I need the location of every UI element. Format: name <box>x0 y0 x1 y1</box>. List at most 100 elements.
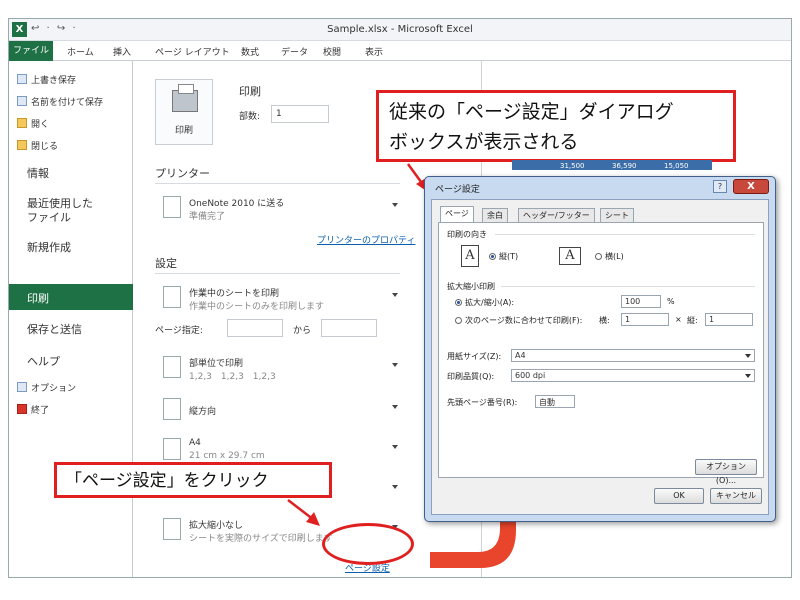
help-icon[interactable]: ? <box>713 180 727 193</box>
fit-width-input[interactable]: 1 <box>621 313 669 326</box>
copies-value: 1 <box>276 109 282 119</box>
nav-open-label: 開く <box>31 120 50 130</box>
scale-pct-unit: % <box>667 297 675 306</box>
nav-options-label: オプション <box>31 384 77 394</box>
collate-icon <box>163 356 181 378</box>
orientation-label: 縦方向 <box>189 407 217 417</box>
portrait-radio[interactable]: 縦(T) <box>489 251 518 262</box>
tab-page[interactable]: ページ <box>440 206 474 222</box>
paper-size-label: 用紙サイズ(Z): <box>447 352 502 361</box>
nav-print-label: 印刷 <box>27 292 49 305</box>
nav-print[interactable]: 印刷 <box>9 284 141 310</box>
first-page-input[interactable]: 自動 <box>535 395 575 408</box>
tab-sheet[interactable]: シート <box>600 208 634 222</box>
nav-save-as-label: 名前を付けて保存 <box>31 98 104 108</box>
print-quality-select[interactable]: 600 dpi <box>511 369 755 382</box>
chevron-down-icon <box>392 445 398 449</box>
paper-size-label: A4 <box>189 438 201 448</box>
divider <box>495 234 755 235</box>
nav-close-label: 閉じる <box>31 142 59 152</box>
divider <box>155 273 400 274</box>
tab-review[interactable]: 校閲 <box>323 45 341 58</box>
tab-header-footer[interactable]: ヘッダー/フッター <box>518 208 595 222</box>
nav-open[interactable]: 開く <box>17 117 49 130</box>
scale-pct-radio[interactable]: 拡大/縮小(A): <box>455 297 514 308</box>
paper-icon <box>163 438 181 460</box>
landscape-label: 横(L) <box>605 252 624 261</box>
nav-recent-line2: ファイル <box>27 211 71 224</box>
portrait-icon <box>163 398 181 420</box>
backstage-nav: 上書き保存 名前を付けて保存 開く 閉じる 情報 最近使用した ファイル 新規作成… <box>9 61 141 577</box>
portrait-label: 縦(T) <box>499 252 519 261</box>
save-as-icon <box>17 96 27 106</box>
dialog-body: ページ 余白 ヘッダー/フッター シート 印刷の向き A 縦(T) A 横(L)… <box>431 199 769 515</box>
orientation-group-label: 印刷の向き <box>447 230 487 239</box>
printer-properties-link[interactable]: プリンターのプロパティ <box>317 233 415 246</box>
cell-value: 15,050 <box>664 162 689 170</box>
print-quality-value: 600 dpi <box>515 371 546 380</box>
fit-pages-radio[interactable]: 次のページ数に合わせて印刷(F): <box>455 315 582 326</box>
tab-file[interactable]: ファイル <box>9 41 53 61</box>
chevron-down-icon <box>392 293 398 297</box>
nav-options[interactable]: オプション <box>17 381 76 394</box>
print-quality-label: 印刷品質(Q): <box>447 372 495 381</box>
nav-save-as[interactable]: 名前を付けて保存 <box>17 95 103 108</box>
tab-data[interactable]: データ <box>281 45 308 58</box>
scale-pct-label: 拡大/縮小(A): <box>465 298 515 307</box>
nav-save-label: 上書き保存 <box>31 76 77 86</box>
nav-help[interactable]: ヘルプ <box>27 355 60 369</box>
callout-top-line2: ボックスが表示される <box>389 131 579 153</box>
print-what-label: 作業中のシートを印刷 <box>189 289 280 299</box>
paper-size-select[interactable]: A4 <box>511 349 755 362</box>
save-icon <box>17 74 27 84</box>
nav-exit-label: 終了 <box>31 406 50 416</box>
first-page-label: 先頭ページ番号(R): <box>447 398 518 407</box>
page-setup-dialog: ページ設定 ? X ページ 余白 ヘッダー/フッター シート 印刷の向き A 縦… <box>424 176 776 522</box>
print-what-select[interactable]: 作業中のシートを印刷 作業中のシートのみを印刷します <box>155 281 400 315</box>
chevron-down-icon <box>392 363 398 367</box>
tab-view[interactable]: 表示 <box>365 45 383 58</box>
divider <box>155 183 400 184</box>
page-tab-content: 印刷の向き A 縦(T) A 横(L) 拡大縮小印刷 拡大/縮小(A): 100… <box>438 222 764 485</box>
settings-heading: 設定 <box>155 257 177 270</box>
nav-recent[interactable]: 最近使用した ファイル <box>27 197 93 225</box>
tab-formulas[interactable]: 数式 <box>241 45 259 58</box>
print-button[interactable]: 印刷 <box>155 79 213 145</box>
nav-info[interactable]: 情報 <box>27 167 49 181</box>
callout-click-page-setup: 「ページ設定」をクリック <box>54 462 332 498</box>
tab-page-layout[interactable]: ページ レイアウト <box>155 45 230 58</box>
collate-select[interactable]: 部単位で印刷 1,2,3 1,2,3 1,2,3 <box>155 351 400 385</box>
options-button[interactable]: オプション(O)... <box>695 459 757 485</box>
radio-unchecked-icon <box>455 317 462 324</box>
landscape-icon: A <box>559 247 581 265</box>
pages-to-input[interactable] <box>321 319 377 337</box>
copies-label: 部数: <box>239 112 261 122</box>
radio-checked-icon <box>489 253 496 260</box>
printer-select[interactable]: OneNote 2010 に送る 準備完了 <box>155 191 400 225</box>
orientation-select[interactable]: 縦方向 <box>155 393 400 427</box>
nav-save[interactable]: 上書き保存 <box>17 73 76 86</box>
cancel-button[interactable]: キャンセル <box>710 488 762 504</box>
folder-close-icon <box>17 140 27 150</box>
nav-recent-line1: 最近使用した <box>27 197 93 210</box>
copies-input[interactable]: 1 <box>271 105 329 123</box>
fit-height-input[interactable]: 1 <box>705 313 753 326</box>
printer-name: OneNote 2010 に送る <box>189 199 285 209</box>
landscape-radio[interactable]: 横(L) <box>595 251 624 262</box>
first-page-value: 自動 <box>539 398 555 407</box>
nav-exit[interactable]: 終了 <box>17 403 49 416</box>
scale-pct-input[interactable]: 100 <box>621 295 661 308</box>
nav-close[interactable]: 閉じる <box>17 139 58 152</box>
scaling-label: 拡大縮小なし <box>189 521 244 531</box>
cell-value: 36,590 <box>612 162 637 170</box>
tab-insert[interactable]: 挿入 <box>113 45 131 58</box>
close-button[interactable]: X <box>733 179 769 194</box>
pages-from-input[interactable] <box>227 319 283 337</box>
tab-home[interactable]: ホーム <box>67 45 94 58</box>
fit-height-label: 縦: <box>687 316 698 325</box>
tab-margins[interactable]: 余白 <box>482 208 508 222</box>
nav-save-send[interactable]: 保存と送信 <box>27 323 82 337</box>
nav-new[interactable]: 新規作成 <box>27 241 71 255</box>
chevron-down-icon <box>392 485 398 489</box>
ok-button[interactable]: OK <box>654 488 704 504</box>
